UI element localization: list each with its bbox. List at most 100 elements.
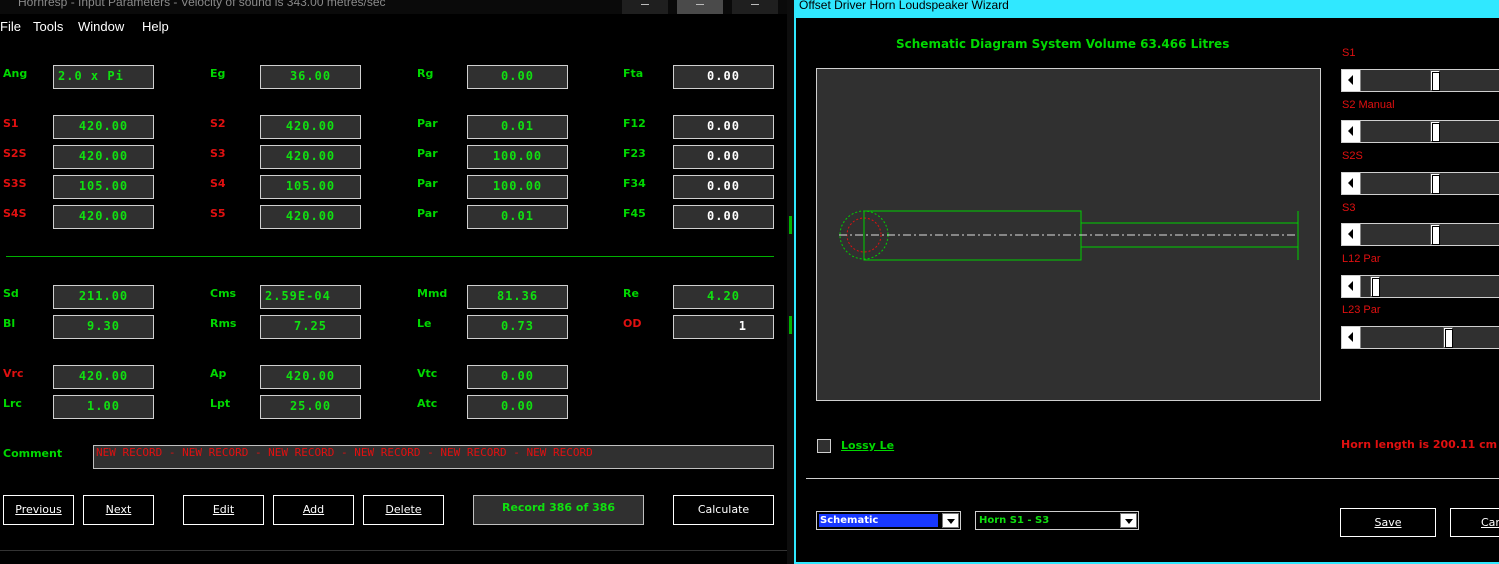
input-bl[interactable]: 9.30 bbox=[53, 315, 154, 339]
previous-button[interactable]: Previous bbox=[3, 495, 74, 525]
input-s4s[interactable]: 420.00 bbox=[53, 205, 154, 229]
input-par2[interactable]: 100.00 bbox=[467, 145, 568, 169]
menu-window[interactable]: Window bbox=[78, 19, 124, 34]
slider-thumb[interactable] bbox=[1430, 173, 1440, 194]
input-par1[interactable]: 0.01 bbox=[467, 115, 568, 139]
label-sd: Sd bbox=[3, 287, 19, 300]
chevron-down-icon[interactable] bbox=[1120, 513, 1137, 528]
menu-help[interactable]: Help bbox=[142, 19, 169, 34]
record-status: Record 386 of 386 bbox=[473, 495, 644, 525]
minimize-icon bbox=[641, 4, 649, 5]
close-button[interactable] bbox=[732, 0, 778, 14]
range-select-value: Horn S1 - S3 bbox=[979, 515, 1050, 526]
input-od[interactable]: 1 bbox=[673, 315, 774, 339]
slider-left-arrow-icon[interactable] bbox=[1342, 276, 1361, 297]
comment-input[interactable]: NEW RECORD - NEW RECORD - NEW RECORD - N… bbox=[93, 445, 774, 469]
add-button[interactable]: Add bbox=[273, 495, 354, 525]
input-vrc[interactable]: 420.00 bbox=[53, 365, 154, 389]
slider-left-arrow-icon[interactable] bbox=[1342, 224, 1361, 245]
label-par3: Par bbox=[417, 177, 438, 190]
next-button[interactable]: Next bbox=[83, 495, 154, 525]
input-lrc[interactable]: 1.00 bbox=[53, 395, 154, 419]
left-window-title: Hornresp - Input Parameters - Velocity o… bbox=[18, 0, 386, 9]
label-ap: Ap bbox=[210, 367, 227, 380]
input-ang[interactable]: 2.0 x Pi bbox=[53, 65, 154, 89]
cancel-button[interactable]: Can bbox=[1450, 508, 1499, 537]
maximize-button[interactable] bbox=[677, 0, 723, 14]
input-le[interactable]: 0.73 bbox=[467, 315, 568, 339]
slider-thumb[interactable] bbox=[1443, 327, 1453, 348]
slider-left-arrow-icon[interactable] bbox=[1342, 173, 1361, 194]
label-f34: F34 bbox=[623, 177, 646, 190]
input-rg[interactable]: 0.00 bbox=[467, 65, 568, 89]
lossy-le-checkbox[interactable] bbox=[817, 439, 831, 453]
input-fta[interactable]: 0.00 bbox=[673, 65, 774, 89]
input-s5[interactable]: 420.00 bbox=[260, 205, 361, 229]
wizard-title: Offset Driver Horn Loudspeaker Wizard bbox=[799, 0, 1009, 12]
input-par4[interactable]: 0.01 bbox=[467, 205, 568, 229]
slider-thumb[interactable] bbox=[1370, 276, 1380, 297]
label-lpt: Lpt bbox=[210, 397, 231, 410]
close-icon bbox=[751, 4, 759, 5]
input-s2s[interactable]: 420.00 bbox=[53, 145, 154, 169]
input-lpt[interactable]: 25.00 bbox=[260, 395, 361, 419]
label-bl: Bl bbox=[3, 317, 16, 330]
label-ang: Ang bbox=[3, 67, 28, 80]
menu-bar: File Tools Window Help bbox=[0, 17, 789, 37]
edge-marker bbox=[789, 316, 792, 334]
slider-label-l12-par: L12 Par bbox=[1342, 253, 1381, 265]
input-s3[interactable]: 420.00 bbox=[260, 145, 361, 169]
input-f34[interactable]: 0.00 bbox=[673, 175, 774, 199]
input-eg[interactable]: 36.00 bbox=[260, 65, 361, 89]
slider-s2[interactable] bbox=[1341, 120, 1499, 143]
input-f12[interactable]: 0.00 bbox=[673, 115, 774, 139]
input-f45[interactable]: 0.00 bbox=[673, 205, 774, 229]
slider-l23-par[interactable] bbox=[1341, 326, 1499, 349]
label-s3s: S3S bbox=[3, 177, 27, 190]
input-rms[interactable]: 7.25 bbox=[260, 315, 361, 339]
label-s4: S4 bbox=[210, 177, 226, 190]
input-f23[interactable]: 0.00 bbox=[673, 145, 774, 169]
input-re[interactable]: 4.20 bbox=[673, 285, 774, 309]
input-cms[interactable]: 2.59E-04 bbox=[260, 285, 361, 309]
slider-label-l23-par: L23 Par bbox=[1342, 304, 1381, 316]
input-s1[interactable]: 420.00 bbox=[53, 115, 154, 139]
lossy-le-label[interactable]: Lossy Le bbox=[841, 439, 894, 452]
input-s2[interactable]: 420.00 bbox=[260, 115, 361, 139]
slider-s1[interactable] bbox=[1341, 69, 1499, 92]
slider-s2s[interactable] bbox=[1341, 172, 1499, 195]
slider-left-arrow-icon[interactable] bbox=[1342, 70, 1361, 91]
input-atc[interactable]: 0.00 bbox=[467, 395, 568, 419]
save-button[interactable]: Save bbox=[1340, 508, 1436, 537]
slider-l12-par[interactable] bbox=[1341, 275, 1499, 298]
calculate-button[interactable]: Calculate bbox=[673, 495, 774, 525]
label-fta: Fta bbox=[623, 67, 644, 80]
input-s4[interactable]: 105.00 bbox=[260, 175, 361, 199]
input-vtc[interactable]: 0.00 bbox=[467, 365, 568, 389]
view-select-value: Schematic bbox=[819, 514, 938, 527]
slider-thumb[interactable] bbox=[1430, 121, 1440, 142]
label-le: Le bbox=[417, 317, 432, 330]
edit-button[interactable]: Edit bbox=[183, 495, 264, 525]
range-select[interactable]: Horn S1 - S3 bbox=[975, 511, 1139, 530]
horn-length-readout: Horn length is 200.11 cm bbox=[1341, 438, 1498, 451]
input-ap[interactable]: 420.00 bbox=[260, 365, 361, 389]
chevron-down-icon[interactable] bbox=[942, 513, 959, 528]
slider-thumb[interactable] bbox=[1430, 224, 1440, 245]
delete-button[interactable]: Delete bbox=[363, 495, 444, 525]
label-par4: Par bbox=[417, 207, 438, 220]
slider-thumb[interactable] bbox=[1430, 70, 1440, 91]
input-par3[interactable]: 100.00 bbox=[467, 175, 568, 199]
input-s3s[interactable]: 105.00 bbox=[53, 175, 154, 199]
view-select[interactable]: Schematic bbox=[816, 511, 961, 530]
input-sd[interactable]: 211.00 bbox=[53, 285, 154, 309]
input-mmd[interactable]: 81.36 bbox=[467, 285, 568, 309]
minimize-button[interactable] bbox=[622, 0, 668, 14]
slider-s3[interactable] bbox=[1341, 223, 1499, 246]
slider-left-arrow-icon[interactable] bbox=[1342, 327, 1361, 348]
menu-tools[interactable]: Tools bbox=[33, 19, 63, 34]
slider-left-arrow-icon[interactable] bbox=[1342, 121, 1361, 142]
hornresp-input-window: Hornresp - Input Parameters - Velocity o… bbox=[0, 0, 789, 564]
menu-file[interactable]: File bbox=[0, 19, 21, 34]
horizontal-scrollbar[interactable] bbox=[0, 550, 789, 564]
